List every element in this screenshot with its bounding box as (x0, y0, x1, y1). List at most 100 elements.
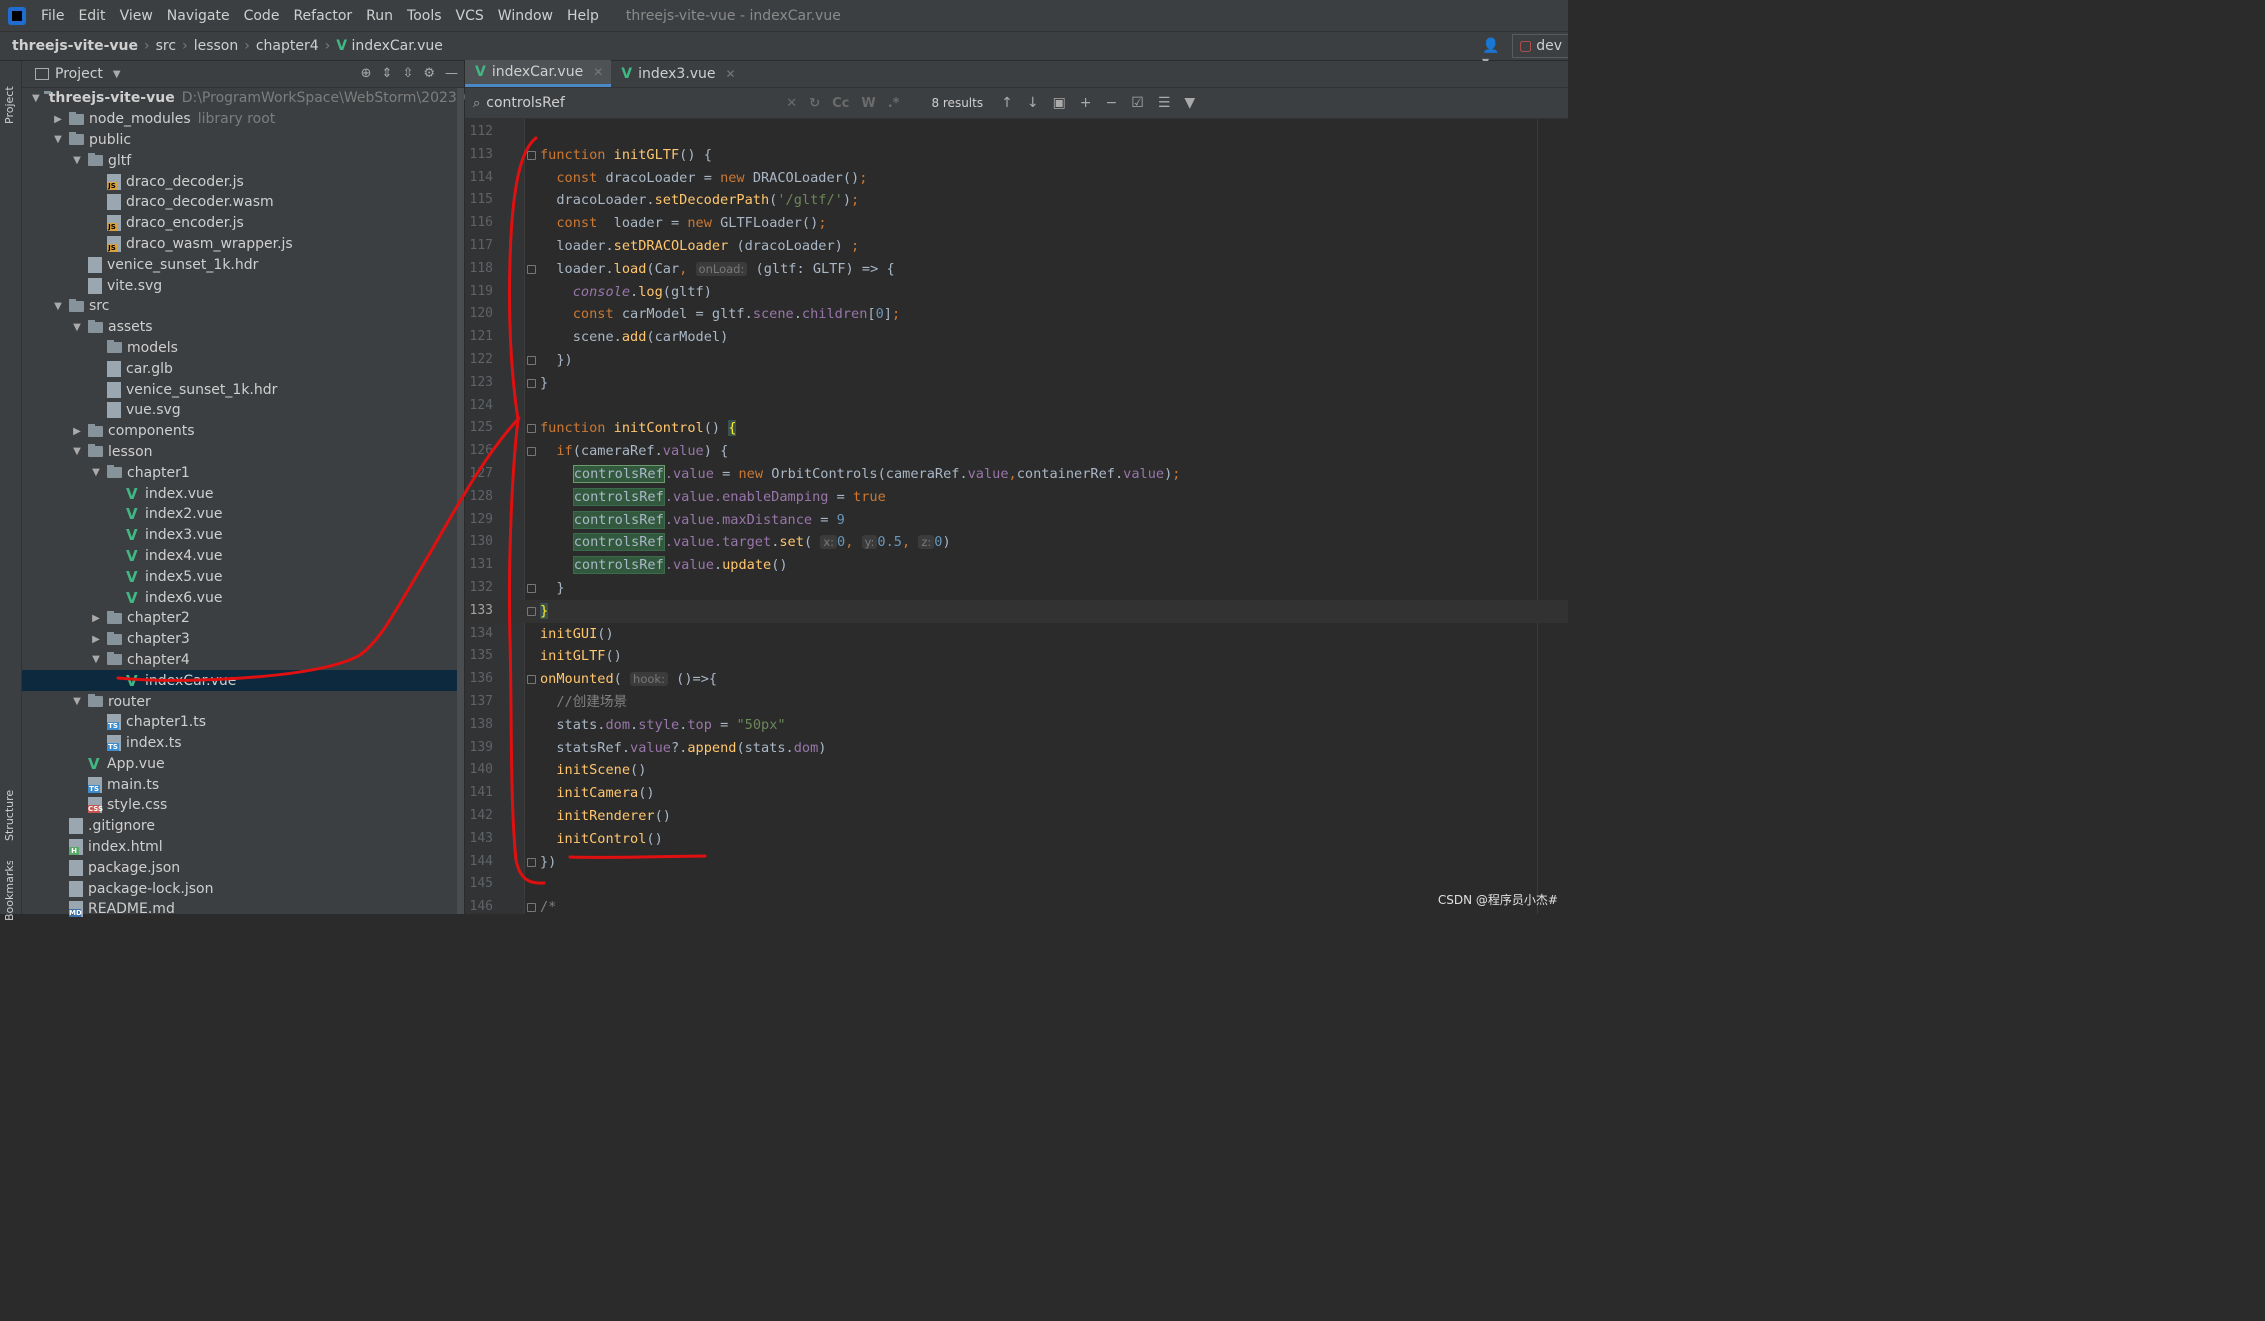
tree-file[interactable]: vite.svg (22, 275, 464, 296)
code-line[interactable]: 124 (465, 395, 1568, 418)
menu-file[interactable]: File (34, 8, 71, 24)
code-line[interactable]: 112 (465, 121, 1568, 144)
code-line[interactable]: 131 controlsRef.value.update() (465, 554, 1568, 577)
code-line[interactable]: 146 /* (465, 896, 1568, 919)
code-line[interactable]: 145 (465, 873, 1568, 896)
code-line[interactable]: 113 function initGLTF() { (465, 144, 1568, 167)
fold-marker-icon[interactable] (527, 424, 536, 434)
history-icon[interactable]: ↻ (809, 96, 820, 111)
code-line[interactable]: 117 loader.setDRACOLoader (dracoLoader) … (465, 235, 1568, 258)
expand-all-icon[interactable]: ⇕ (382, 66, 393, 81)
chevron-down-icon[interactable]: ▼ (51, 301, 65, 312)
previous-occurrence-icon[interactable]: ↑ (1001, 95, 1013, 111)
code-line[interactable]: 134 initGUI() (465, 623, 1568, 646)
regex-toggle[interactable]: .* (888, 96, 900, 111)
search-icon[interactable]: ⌕ (473, 96, 480, 111)
tree-file[interactable]: venice_sunset_1k.hdr (22, 379, 464, 400)
fold-marker-icon[interactable] (527, 447, 536, 457)
menu-run[interactable]: Run (359, 8, 400, 24)
chevron-down-icon[interactable]: ▼ (70, 446, 84, 457)
code-line[interactable]: 115 dracoLoader.setDecoderPath('/gltf/')… (465, 189, 1568, 212)
breadcrumb-src[interactable]: src (156, 38, 176, 54)
tree-file[interactable]: JS draco_encoder.js (22, 213, 464, 234)
dropdown-arrow-icon[interactable]: ▼ (113, 69, 121, 80)
fold-marker-icon[interactable] (527, 606, 536, 616)
breadcrumb-file[interactable]: indexCar.vue (352, 38, 443, 54)
code-line[interactable]: 140 initScene() (465, 759, 1568, 782)
tree-folder[interactable]: ▼ threejs-vite-vue D:\ProgramWorkSpace\Web… (22, 88, 492, 109)
menu-help[interactable]: Help (560, 8, 606, 24)
chevron-right-icon[interactable]: ▶ (51, 114, 65, 125)
panel-scrollbar[interactable] (457, 88, 464, 914)
fold-marker-icon[interactable] (527, 264, 536, 274)
menu-view[interactable]: View (113, 8, 160, 24)
tree-file[interactable]: TS chapter1.ts (22, 712, 464, 733)
code-line[interactable]: 129 controlsRef.value.maxDistance = 9 (465, 509, 1568, 532)
next-occurrence-icon[interactable]: ↓ (1027, 95, 1039, 111)
chevron-down-icon[interactable]: ▼ (32, 93, 40, 104)
match-case-toggle[interactable]: Cc (832, 96, 849, 111)
tree-file[interactable]: Vindex3.vue (22, 525, 464, 546)
settings-gear-icon[interactable]: ⚙ (423, 66, 435, 81)
tree-file[interactable]: TS main.ts (22, 774, 464, 795)
code-line[interactable]: 130 controlsRef.value.target.set( x: 0, y… (465, 531, 1568, 554)
collapse-all-icon[interactable]: ⇳ (402, 66, 413, 81)
user-account-icon[interactable]: 👤▾ (1482, 38, 1502, 70)
structure-tool-tab[interactable]: Structure (3, 771, 16, 841)
tree-file[interactable]: Vindex4.vue (22, 546, 464, 567)
chevron-down-icon[interactable]: ▼ (70, 696, 84, 707)
tree-file[interactable]: VindexCar.vue (22, 670, 464, 692)
tree-folder[interactable]: ▼ gltf (22, 150, 464, 171)
fold-marker-icon[interactable] (527, 378, 536, 388)
fold-marker-icon[interactable] (527, 150, 536, 160)
clear-search-icon[interactable]: ✕ (786, 96, 797, 111)
tree-folder[interactable]: ▶ components (22, 421, 464, 442)
code-line[interactable]: 141 initCamera() (465, 782, 1568, 805)
unselect-occurrence-icon[interactable]: − (1106, 95, 1118, 111)
bookmarks-tool-tab[interactable]: Bookmarks (3, 861, 16, 921)
code-line[interactable]: 128 controlsRef.value.enableDamping = tr… (465, 486, 1568, 509)
tree-file[interactable]: vue.svg (22, 400, 464, 421)
fold-marker-icon[interactable] (527, 584, 536, 593)
menu-edit[interactable]: Edit (71, 8, 112, 24)
tree-file[interactable]: V App.vue (22, 754, 464, 775)
tree-file[interactable]: JS draco_decoder.js (22, 171, 464, 192)
tree-file[interactable]: draco_decoder.wasm (22, 192, 464, 213)
fold-marker-icon[interactable] (527, 857, 536, 867)
tree-file[interactable]: .gitignore (22, 816, 464, 837)
tree-folder[interactable]: ▶ chapter2 (22, 608, 464, 629)
tree-file[interactable]: TS index.ts (22, 733, 464, 754)
tree-folder[interactable]: ▼ src (22, 296, 464, 317)
chevron-down-icon[interactable]: ▼ (89, 654, 103, 665)
run-config-button[interactable]: ▢ dev (1511, 34, 1568, 58)
tree-file[interactable]: car.glb (22, 358, 464, 379)
menu-window[interactable]: Window (491, 8, 560, 24)
filter-icon[interactable]: ▼ (1184, 95, 1195, 111)
tree-folder[interactable]: ▼ lesson (22, 442, 464, 463)
code-line[interactable]: 133} (465, 599, 1568, 623)
code-line[interactable]: 144}) (465, 851, 1568, 874)
tree-file[interactable]: Hindex.html (22, 837, 464, 858)
close-tab-icon[interactable]: ✕ (593, 65, 603, 79)
open-in-window-icon[interactable]: ▣ (1053, 95, 1066, 111)
tree-file[interactable]: package.json (22, 857, 464, 878)
tree-file[interactable]: Vindex5.vue (22, 566, 464, 587)
menu-navigate[interactable]: Navigate (160, 8, 237, 24)
menu-tools[interactable]: Tools (400, 8, 449, 24)
whole-words-toggle[interactable]: W (861, 96, 875, 111)
tree-folder[interactable]: ▼ public (22, 130, 464, 151)
code-line[interactable]: 126 if(cameraRef.value) { (465, 440, 1568, 463)
tree-file[interactable]: Vindex2.vue (22, 504, 464, 525)
tree-folder[interactable]: ▼ router (22, 691, 464, 712)
tree-file[interactable]: CSS style.css (22, 795, 464, 816)
code-line[interactable]: 121 scene.add(carModel) (465, 326, 1568, 349)
close-tab-icon[interactable]: ✕ (726, 67, 736, 81)
code-line[interactable]: 142 initRenderer() (465, 805, 1568, 828)
hide-panel-icon[interactable]: — (445, 66, 458, 81)
add-selection-icon[interactable]: + (1080, 95, 1092, 111)
code-line[interactable]: 136 onMounted( hook: ()=>{ (465, 668, 1568, 691)
chevron-right-icon[interactable]: ▶ (89, 634, 103, 645)
code-line[interactable]: 135 initGLTF() (465, 645, 1568, 668)
fold-marker-icon[interactable] (527, 356, 536, 365)
code-line[interactable]: 122 }) (465, 349, 1568, 372)
